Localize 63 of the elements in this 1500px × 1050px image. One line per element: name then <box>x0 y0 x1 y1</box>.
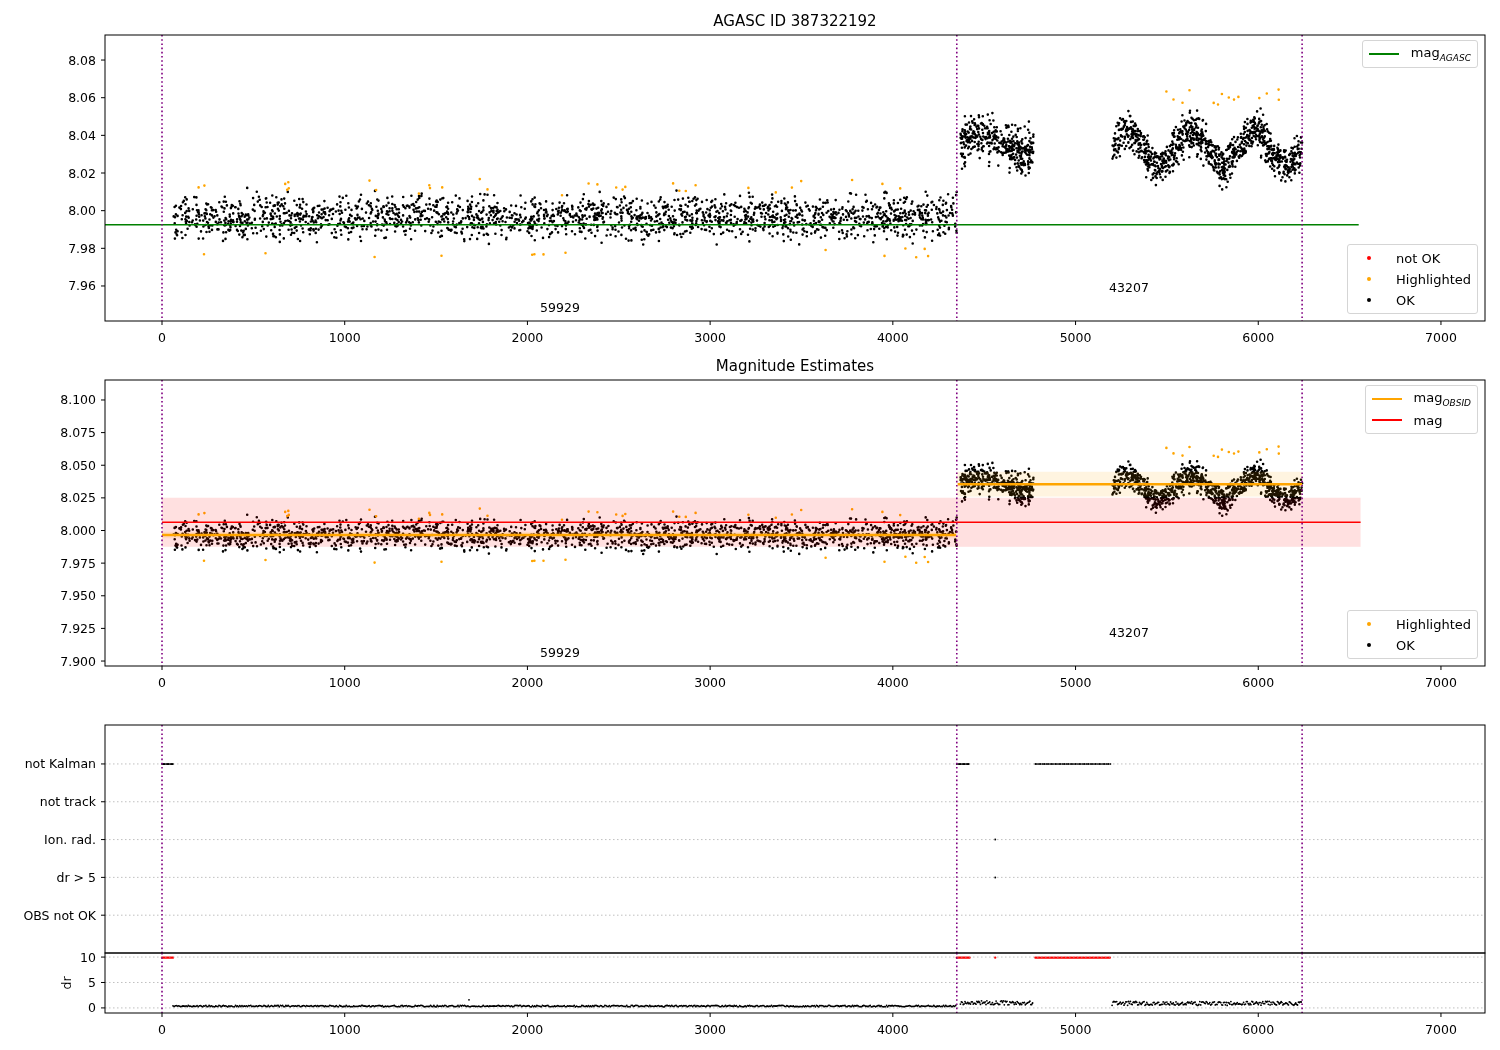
tick-label: 7.950 <box>60 588 96 604</box>
tick-label: dr > 5 <box>56 869 96 885</box>
tick-label: 8.06 <box>68 90 96 106</box>
tick-label: 5000 <box>1059 674 1092 690</box>
tick-label: 0 <box>158 674 166 690</box>
tick-label: 1000 <box>328 1021 361 1037</box>
tick-label: 2000 <box>511 329 544 345</box>
tick-label: 4000 <box>876 1021 909 1037</box>
tick-label: 8.02 <box>68 165 96 181</box>
legend-label: mag <box>1413 412 1443 428</box>
legend-label: OK <box>1396 637 1415 653</box>
tick-label: 5 <box>88 975 96 990</box>
tick-label: 8.100 <box>60 392 96 408</box>
tick-label: 8.075 <box>60 425 96 441</box>
tick-label: 7.975 <box>60 555 96 571</box>
tick-label: 8.050 <box>60 457 96 473</box>
tick-label: 8.00 <box>68 203 96 219</box>
tick-label: 5000 <box>1059 329 1092 345</box>
tick-label: 2000 <box>511 1021 544 1037</box>
axis-label: dr <box>58 976 74 990</box>
tick-label: 0 <box>158 329 166 345</box>
tick-label: 7000 <box>1425 674 1457 690</box>
annotation-label: 43207 <box>1109 279 1149 295</box>
chart-title: Magnitude Estimates <box>715 357 875 375</box>
tick-label: 5000 <box>1059 1021 1092 1037</box>
tick-label: 6000 <box>1242 1021 1275 1037</box>
legend-label: Highlighted <box>1396 616 1471 632</box>
tick-label: 7.925 <box>60 620 96 636</box>
legend-label: OK <box>1396 292 1415 308</box>
legend-label: mag$_{OBSID}$ <box>1413 390 1471 408</box>
annotation-label: 43207 <box>1109 624 1149 640</box>
annotation-label: 59929 <box>540 644 580 660</box>
tick-label: 3000 <box>694 674 727 690</box>
tick-label: not Kalman <box>24 756 96 772</box>
tick-label: Ion. rad. <box>44 832 96 848</box>
tick-label: 4000 <box>876 329 909 345</box>
tick-label: 1000 <box>328 674 361 690</box>
tick-label: 10 <box>80 949 96 965</box>
tick-label: 7.98 <box>68 240 96 256</box>
tick-label: 6000 <box>1242 674 1275 690</box>
tick-label: 8.04 <box>68 127 96 143</box>
tick-label: 8.000 <box>60 523 96 538</box>
legend-label: Highlighted <box>1396 271 1471 287</box>
tick-label: 8.025 <box>60 490 96 506</box>
tick-label: 8.08 <box>68 52 96 68</box>
tick-label: 0 <box>88 1000 96 1016</box>
tick-label: 0 <box>158 1021 166 1037</box>
tick-label: 2000 <box>511 674 544 690</box>
tick-label: 1000 <box>328 329 361 345</box>
tick-label: 7.96 <box>68 278 96 294</box>
tick-label: OBS not OK <box>23 907 96 923</box>
tick-label: not track <box>39 794 96 810</box>
tick-label: 7.900 <box>60 653 96 669</box>
chart-title: AGASC ID 387322192 <box>713 12 877 30</box>
tick-label: 6000 <box>1242 329 1275 345</box>
legend-label: not OK <box>1396 250 1441 266</box>
tick-label: 7000 <box>1425 329 1457 345</box>
tick-label: 4000 <box>876 674 909 690</box>
tick-label: 3000 <box>694 1021 727 1037</box>
annotation-label: 59929 <box>540 299 580 315</box>
tick-label: 3000 <box>694 329 727 345</box>
tick-label: 7000 <box>1425 1021 1457 1037</box>
legend-label: mag$_{AGASC}$ <box>1410 45 1471 63</box>
